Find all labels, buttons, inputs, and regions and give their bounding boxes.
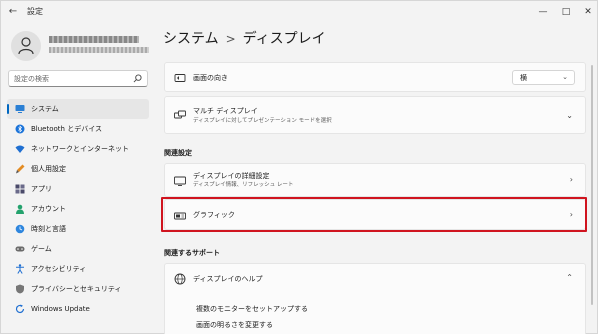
sidebar-item-label: Windows Update	[31, 305, 90, 313]
monitor-icon	[174, 176, 186, 186]
sidebar-item-network[interactable]: ネットワークとインターネット	[7, 139, 149, 159]
sidebar-item-gaming[interactable]: ゲーム	[7, 239, 149, 259]
sidebar-item-label: 個人用設定	[31, 165, 66, 173]
multi-display-icon	[174, 110, 186, 119]
orientation-dropdown[interactable]: 横 ⌄	[512, 70, 575, 85]
multi-display-card[interactable]: マルチ ディスプレイ ディスプレイに対してプレゼンテーション モードを選択 ⌄	[164, 96, 586, 134]
breadcrumb-parent[interactable]: システム	[163, 31, 219, 47]
sidebar-item-label: 時刻と言語	[31, 225, 66, 233]
avatar	[11, 31, 41, 61]
sidebar-item-label: アプリ	[31, 185, 52, 193]
sidebar-item-privacy-security[interactable]: プライバシーとセキュリティ	[7, 279, 149, 299]
sidebar-item-label: ネットワークとインターネット	[31, 145, 129, 153]
advanced-display-card[interactable]: ディスプレイの詳細設定 ディスプレイ情報、リフレッシュ レート ›	[164, 163, 586, 197]
sidebar-item-system[interactable]: システム	[7, 99, 149, 119]
chevron-down-icon: ⌄	[562, 73, 568, 81]
clock-globe-icon	[15, 224, 25, 234]
orientation-card: 画面の向き 横 ⌄	[164, 62, 586, 92]
apps-icon	[15, 184, 25, 194]
chevron-right-icon: ›	[569, 175, 573, 184]
multi-display-title: マルチ ディスプレイ	[193, 107, 258, 115]
sidebar-item-accessibility[interactable]: アクセシビリティ	[7, 259, 149, 279]
sidebar-item-label: Bluetooth とデバイス	[31, 125, 102, 133]
display-help-links: 複数のモニターをセットアップする 画面の明るさを変更する	[164, 290, 586, 334]
person-icon	[16, 204, 24, 214]
graphics-highlight-box	[161, 197, 587, 232]
minimize-icon[interactable]: —	[536, 5, 550, 19]
back-arrow-icon[interactable]: ←	[7, 6, 19, 18]
advanced-display-subtitle: ディスプレイ情報、リフレッシュ レート	[193, 182, 294, 188]
sidebar-item-time-language[interactable]: 時刻と言語	[7, 219, 149, 239]
monitor-icon	[15, 105, 25, 113]
sidebar-item-accounts[interactable]: アカウント	[7, 199, 149, 219]
breadcrumb-separator: >	[225, 32, 236, 46]
sidebar-item-windows-update[interactable]: Windows Update	[7, 299, 149, 319]
wifi-icon	[15, 145, 25, 153]
related-support-heading: 関連するサポート	[164, 249, 220, 257]
sidebar-item-bluetooth[interactable]: Bluetooth とデバイス	[7, 119, 149, 139]
sidebar-item-apps[interactable]: アプリ	[7, 179, 149, 199]
chevron-up-icon: ⌃	[566, 273, 573, 282]
advanced-display-title: ディスプレイの詳細設定	[193, 172, 270, 180]
app-title: 設定	[27, 7, 43, 16]
sidebar-item-personalization[interactable]: 個人用設定	[7, 159, 149, 179]
person-icon	[18, 37, 34, 55]
related-settings-heading: 関連設定	[164, 149, 192, 157]
sidebar-item-label: プライバシーとセキュリティ	[31, 285, 122, 293]
sidebar-item-label: ゲーム	[31, 245, 52, 253]
chevron-down-icon: ⌄	[566, 111, 573, 120]
page-title: ディスプレイ	[242, 31, 326, 47]
search-icon	[133, 74, 142, 83]
user-email-redacted	[49, 47, 149, 53]
brush-icon	[16, 164, 25, 174]
display-help-card[interactable]: ディスプレイのヘルプ ⌃	[164, 263, 586, 291]
help-link-multiple-monitors[interactable]: 複数のモニターをセットアップする	[196, 304, 308, 314]
orientation-value: 横	[520, 74, 527, 82]
user-name-redacted	[49, 36, 139, 43]
multi-display-subtitle: ディスプレイに対してプレゼンテーション モードを選択	[193, 118, 332, 124]
globe-icon	[174, 273, 186, 285]
close-icon[interactable]: ✕	[581, 5, 595, 19]
help-link-brightness[interactable]: 画面の明るさを変更する	[196, 320, 273, 330]
gamepad-icon	[15, 246, 25, 252]
orientation-icon	[174, 74, 186, 82]
breadcrumb: システム > ディスプレイ	[163, 30, 326, 48]
maximize-icon[interactable]: □	[559, 5, 573, 19]
sidebar-item-label: システム	[31, 105, 59, 113]
update-icon	[15, 304, 25, 314]
sidebar-item-label: アカウント	[31, 205, 66, 213]
sidebar-item-label: アクセシビリティ	[31, 265, 87, 273]
accessibility-icon	[16, 264, 24, 274]
sidebar-nav: システム Bluetooth とデバイス ネットワークとインターネット 個人用設…	[7, 99, 151, 319]
bluetooth-icon	[15, 124, 25, 134]
settings-window: ← 設定 — □ ✕ 設定の検索 システム Bluetooth とデバイス ネッ…	[0, 0, 598, 334]
search-input[interactable]: 設定の検索	[8, 70, 148, 87]
search-placeholder: 設定の検索	[14, 75, 49, 83]
orientation-title: 画面の向き	[193, 74, 228, 82]
user-profile[interactable]	[9, 31, 159, 63]
display-help-title: ディスプレイのヘルプ	[193, 275, 263, 283]
title-bar: ← 設定 — □ ✕	[1, 1, 597, 23]
scrollbar[interactable]	[591, 65, 593, 305]
shield-icon	[16, 284, 24, 294]
